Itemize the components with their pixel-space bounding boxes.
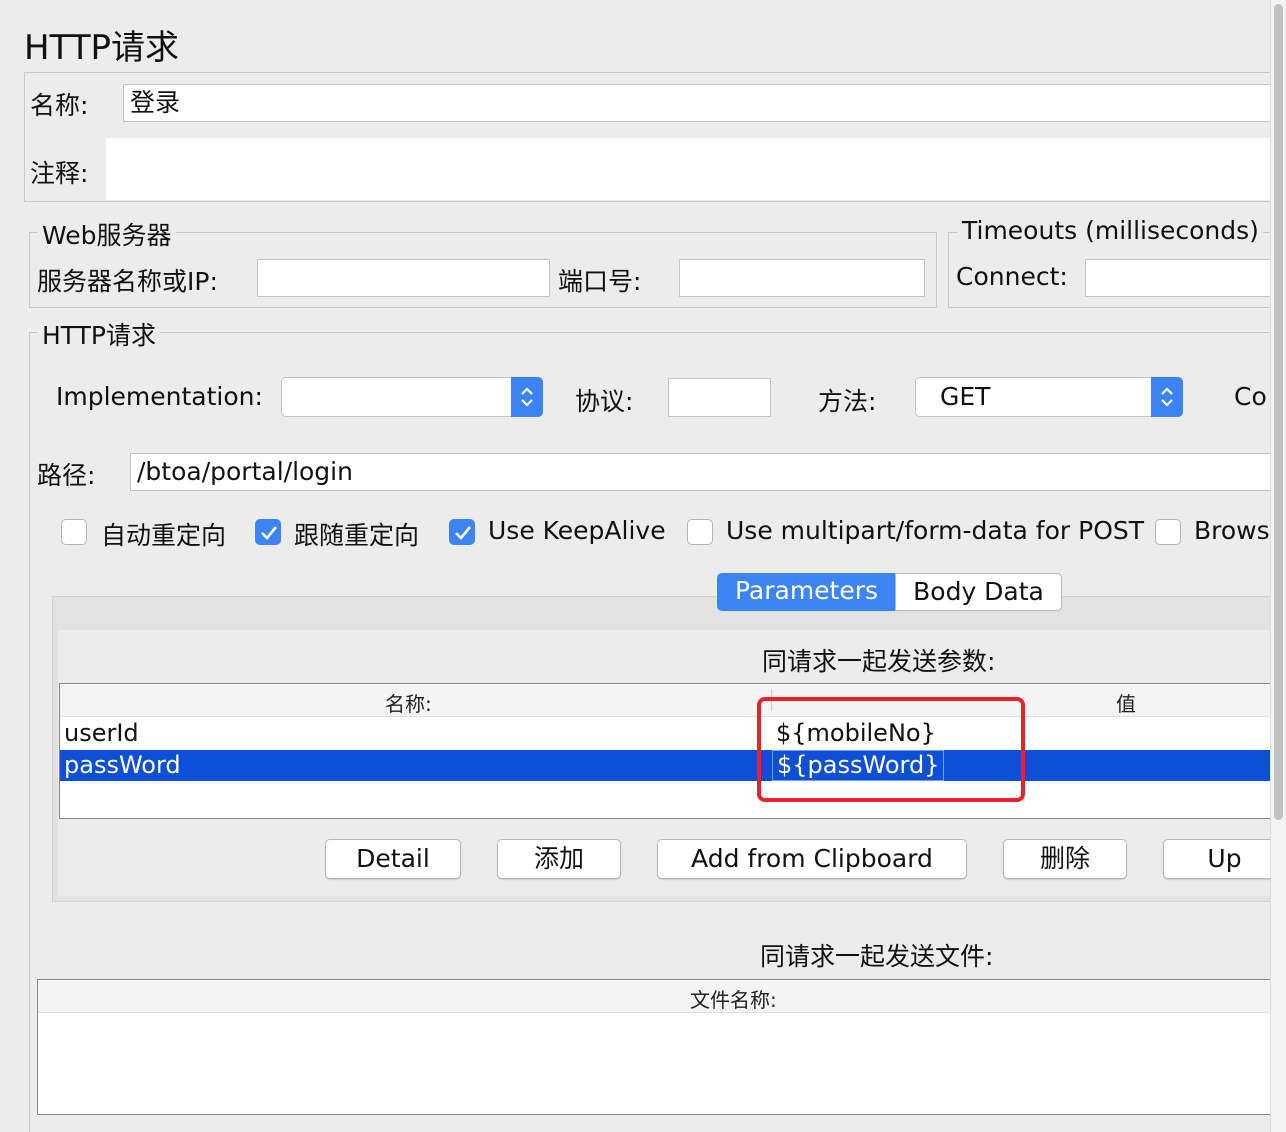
tab-body-data[interactable]: Body Data [895,573,1062,611]
port-label: 端口号: [558,267,642,296]
web-server-legend: Web服务器 [38,216,176,252]
params-table-header [60,684,1286,717]
files-table-header [38,980,1286,1013]
tab-parameters[interactable]: Parameters [717,573,896,611]
scrollbar-thumb[interactable] [1274,4,1283,820]
add-button[interactable]: 添加 [497,839,621,879]
multipart-label: Use multipart/form-data for POST [726,516,1145,545]
column-header-value[interactable]: 值 [1116,688,1136,717]
implementation-label: Implementation: [56,382,263,411]
params-caption: 同请求一起发送参数: [762,647,996,676]
param-name-cell[interactable]: passWord [64,750,181,781]
multipart-checkbox[interactable] [687,519,713,545]
vertical-scrollbar[interactable] [1270,0,1286,1132]
table-row[interactable]: userId ${mobileNo} [60,718,1286,749]
add-from-clipboard-button[interactable]: Add from Clipboard [657,839,967,879]
checkmark-icon [261,526,278,540]
port-input[interactable] [679,259,925,297]
up-down-chevron-icon [521,387,533,407]
comment-textarea[interactable] [106,138,1286,200]
protocol-label: 协议: [575,387,634,416]
auto-redirect-checkbox[interactable] [61,519,87,545]
http-request-legend: HTTP请求 [38,316,160,352]
browser-headers-checkbox[interactable] [1155,519,1181,545]
protocol-input[interactable] [668,378,771,417]
server-name-label: 服务器名称或IP: [37,267,218,296]
auto-redirect-label: 自动重定向 [101,521,227,550]
connect-input[interactable] [1085,259,1286,297]
column-header-file-name[interactable]: 文件名称: [690,984,777,1013]
path-input[interactable]: /btoa/portal/login [130,453,1286,491]
param-name-cell[interactable]: userId [64,718,139,749]
method-dropdown-button[interactable] [1151,377,1183,417]
name-input[interactable]: 登录 [123,84,1286,122]
up-button[interactable]: Up [1163,839,1286,879]
checkmark-icon [455,526,472,540]
method-value: GET [940,382,991,411]
connect-label: Connect: [956,262,1068,291]
keepalive-checkbox[interactable] [449,519,475,545]
method-label: 方法: [818,387,877,416]
column-header-name[interactable]: 名称: [385,688,432,717]
browser-headers-label: Brows [1194,516,1270,545]
up-down-chevron-icon [1161,387,1173,407]
name-label: 名称: [30,91,89,120]
table-row-selected[interactable]: passWord ${passWord} [60,750,1286,781]
implementation-select[interactable] [281,377,543,417]
content-encoding-label: Co [1234,382,1267,411]
path-label: 路径: [37,461,96,490]
params-table: 名称: 值 userId ${mobileNo} passWord ${pass… [59,683,1286,819]
keepalive-label: Use KeepAlive [488,516,666,545]
comment-label: 注释: [30,159,89,188]
highlight-box [757,697,1025,802]
files-table: 文件名称: [37,979,1286,1115]
follow-redirect-label: 跟随重定向 [294,521,420,550]
server-name-input[interactable] [257,259,550,297]
implementation-dropdown-button[interactable] [511,377,543,417]
page-title: HTTP请求 [24,28,180,68]
method-select[interactable]: GET [915,377,1183,417]
follow-redirect-checkbox[interactable] [255,519,281,545]
delete-button[interactable]: 删除 [1003,839,1127,879]
timeouts-legend: Timeouts (milliseconds) [958,216,1263,245]
files-caption: 同请求一起发送文件: [760,942,994,971]
detail-button[interactable]: Detail [325,839,461,879]
